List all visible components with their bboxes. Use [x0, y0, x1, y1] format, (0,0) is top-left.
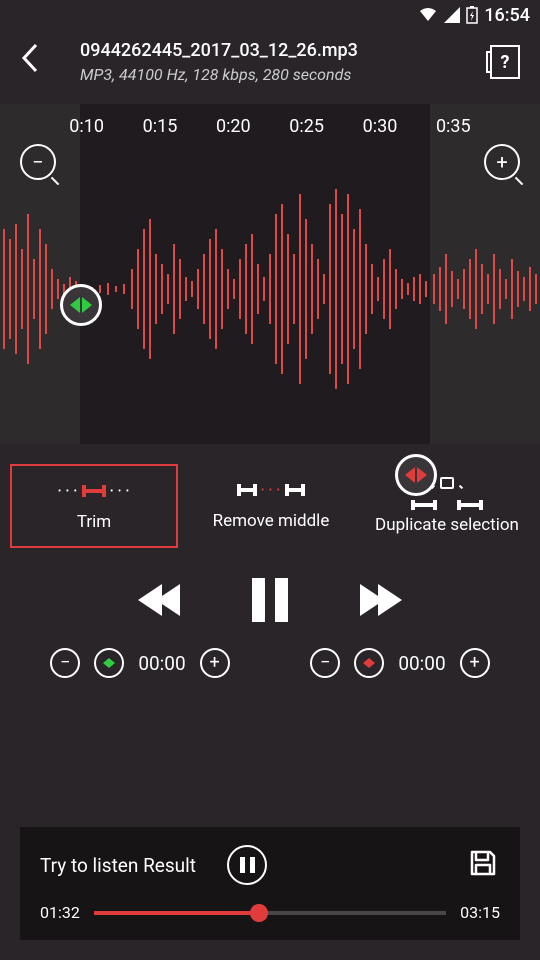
- start-marker-button[interactable]: [94, 648, 124, 678]
- selection-start-handle[interactable]: [60, 284, 102, 326]
- back-button[interactable]: [20, 43, 60, 81]
- end-plus-button[interactable]: +: [460, 648, 490, 678]
- forward-button[interactable]: [360, 584, 396, 616]
- header: 0944262445_2017_03_12_26.mp3 MP3, 44100 …: [0, 30, 540, 104]
- progress-bar[interactable]: [94, 911, 446, 915]
- save-button[interactable]: [468, 848, 500, 882]
- end-marker-button[interactable]: [354, 648, 384, 678]
- result-pause-button[interactable]: [227, 845, 267, 885]
- end-time-value: 00:00: [398, 652, 445, 675]
- start-plus-button[interactable]: +: [200, 648, 230, 678]
- file-name: 0944262445_2017_03_12_26.mp3: [80, 40, 490, 61]
- status-bar: 16:54: [0, 0, 540, 30]
- waveform-area[interactable]: 0:10 0:15 0:20 0:25 0:30 0:35 − +: [0, 104, 540, 444]
- edit-toolbar: Trim • • • Remove middle Duplicate selec…: [0, 444, 540, 568]
- remove-middle-icon: • • •: [237, 477, 305, 503]
- time-controls: − 00:00 + − 00:00 +: [0, 648, 540, 678]
- time-ruler: 0:10 0:15 0:20 0:25 0:30 0:35: [0, 116, 540, 137]
- duplicate-icon: [407, 477, 487, 507]
- ruler-tick: 0:35: [436, 116, 471, 137]
- start-time-value: 00:00: [138, 652, 185, 675]
- ruler-tick: 0:30: [363, 116, 398, 137]
- ruler-tick: 0:10: [69, 116, 104, 137]
- remove-middle-button[interactable]: • • • Remove middle: [188, 464, 354, 548]
- help-button[interactable]: ?: [490, 45, 520, 79]
- file-info: 0944262445_2017_03_12_26.mp3 MP3, 44100 …: [60, 40, 490, 84]
- trim-button[interactable]: Trim: [10, 464, 178, 548]
- rewind-button[interactable]: [144, 584, 180, 616]
- remove-middle-label: Remove middle: [213, 511, 330, 531]
- ruler-tick: 0:25: [289, 116, 324, 137]
- start-time-group: − 00:00 +: [30, 648, 250, 678]
- progress-row: 01:32 03:15: [40, 903, 500, 922]
- duplicate-label: Duplicate selection: [375, 515, 519, 535]
- end-minus-button[interactable]: −: [310, 648, 340, 678]
- clock: 16:54: [484, 5, 530, 26]
- end-time-group: − 00:00 +: [290, 648, 510, 678]
- battery-icon: [466, 6, 478, 24]
- playback-controls: [0, 568, 540, 648]
- pause-button[interactable]: [252, 578, 288, 622]
- total-time: 03:15: [460, 903, 500, 922]
- result-label: Try to listen Result: [40, 854, 213, 877]
- duplicate-button[interactable]: Duplicate selection: [364, 464, 530, 548]
- signal-icon: [444, 7, 460, 23]
- file-meta: MP3, 44100 Hz, 128 kbps, 280 seconds: [80, 65, 490, 84]
- ruler-tick: 0:15: [143, 116, 178, 137]
- result-panel: Try to listen Result 01:32 03:15: [20, 827, 520, 940]
- wifi-icon: [418, 7, 438, 23]
- trim-label: Trim: [77, 512, 111, 532]
- ruler-tick: 0:20: [216, 116, 251, 137]
- start-minus-button[interactable]: −: [50, 648, 80, 678]
- trim-icon: [58, 478, 130, 504]
- current-time: 01:32: [40, 903, 80, 922]
